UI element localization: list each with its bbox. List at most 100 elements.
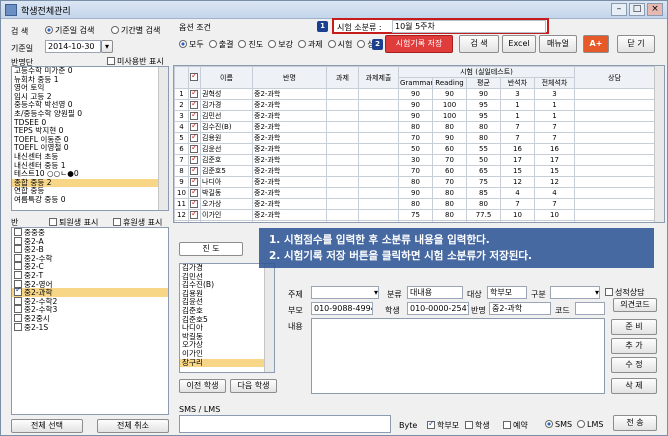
maximize-icon[interactable]: □ [629, 3, 645, 16]
option-radio[interactable]: 출결 [208, 40, 233, 49]
cell-empty[interactable] [358, 132, 399, 144]
cell-cr[interactable]: 7 [500, 132, 535, 144]
cell-cr[interactable]: 4 [500, 187, 535, 199]
cell-avg[interactable]: 55 [466, 143, 501, 155]
cell-empty[interactable] [326, 176, 359, 188]
cell-tr[interactable]: 7 [534, 121, 575, 133]
cell-r[interactable]: 80 [432, 121, 467, 133]
cell-empty[interactable] [326, 132, 359, 144]
cell-g[interactable]: 50 [398, 143, 433, 155]
group-item-checkbox[interactable] [14, 305, 22, 314]
cell-empty[interactable] [326, 99, 359, 111]
class-list-item[interactable]: 여름특강 중등 0 [12, 195, 168, 205]
col-class[interactable]: 반명 [252, 66, 327, 89]
col-check[interactable]: 체 [188, 66, 201, 89]
table-row[interactable]: 2김가경중2-과학901009511 [174, 99, 655, 111]
radio-period-search[interactable]: 기간별 검색 [111, 25, 160, 36]
table-row[interactable]: 3김민선중2-과학901009511 [174, 110, 655, 122]
parent-phone-input[interactable]: 010-9088-4994 [311, 302, 373, 315]
prepare-button[interactable]: 준 비 [611, 319, 657, 335]
cell-empty[interactable] [358, 99, 399, 111]
cell-empty[interactable] [574, 198, 655, 210]
cell-cr[interactable]: 16 [500, 143, 535, 155]
group-list-item[interactable]: 중2-수학3 [12, 305, 168, 314]
search-button[interactable]: 검 색 [459, 35, 499, 53]
col-homework-submit[interactable]: 과제제출 [358, 66, 399, 89]
cell-tr[interactable]: 1 [534, 110, 575, 122]
group-item-checkbox[interactable] [14, 236, 22, 245]
cell-empty[interactable] [574, 220, 655, 222]
send-button[interactable]: 전 송 [613, 415, 657, 431]
cell-empty[interactable] [574, 154, 655, 166]
cell-cr[interactable]: 13 [500, 220, 535, 222]
cell-r[interactable]: 100 [432, 110, 467, 122]
cell-g[interactable]: 70 [398, 165, 433, 177]
detail-student-scrollbar[interactable] [264, 264, 274, 372]
col-name[interactable]: 이름 [200, 66, 253, 89]
option-radio[interactable]: 모두 [179, 40, 204, 49]
table-scrollbar[interactable] [654, 66, 664, 222]
cell-g[interactable]: 90 [398, 88, 433, 100]
row-checkbox[interactable] [188, 176, 201, 188]
deselect-all-button[interactable]: 전체 취소 [97, 419, 169, 433]
col-total-rank[interactable]: 전체석차 [534, 77, 575, 89]
row-checkbox[interactable] [188, 99, 201, 111]
option-radio[interactable]: 진도 [238, 40, 263, 49]
cell-empty[interactable] [574, 187, 655, 199]
table-row[interactable]: 10박길동중2-과학90808544 [174, 187, 655, 199]
cell-g[interactable]: 80 [398, 176, 433, 188]
row-checkbox[interactable] [188, 187, 201, 199]
class-list-scrollbar[interactable] [158, 67, 168, 210]
cell-empty[interactable] [574, 143, 655, 155]
cell-empty[interactable] [326, 165, 359, 177]
cell-g[interactable]: 90 [398, 99, 433, 111]
group-list-item[interactable]: 중2중시 [12, 313, 168, 323]
table-row[interactable]: 9나디아중2-과학8070751212 [174, 176, 655, 188]
cell-empty[interactable] [358, 187, 399, 199]
cell-r[interactable]: 90 [432, 88, 467, 100]
subject-select[interactable]: ▾ [311, 286, 379, 299]
cell-empty[interactable] [358, 165, 399, 177]
group-list-item[interactable]: 중2-C [12, 262, 168, 271]
group-list-item[interactable]: 중2-A [12, 236, 168, 245]
cell-empty[interactable] [326, 220, 359, 222]
cell-empty[interactable] [358, 198, 399, 210]
cell-tr[interactable]: 17 [534, 154, 575, 166]
cell-avg[interactable]: 95 [466, 110, 501, 122]
group-list-item[interactable]: 중중중 [12, 228, 168, 237]
grade-counsel-checkbox[interactable]: 성적상담 [605, 287, 644, 298]
group-item-checkbox[interactable] [14, 296, 22, 305]
cell-avg[interactable]: 85 [466, 187, 501, 199]
col-homework[interactable]: 과제 [326, 66, 359, 89]
cell-r[interactable]: 100 [432, 99, 467, 111]
font-size-button[interactable]: A+ [583, 35, 609, 53]
cell-cr[interactable]: 7 [500, 198, 535, 210]
cell-tr[interactable]: 12 [534, 176, 575, 188]
code-input[interactable] [575, 302, 605, 315]
cell-empty[interactable] [574, 132, 655, 144]
cell-avg[interactable]: 50 [466, 154, 501, 166]
group-list[interactable]: 중중중중2-A중2-B중2-수학중2-C중2-T중2-영어중2-과학중2-수학2… [11, 227, 169, 415]
cell-cr[interactable]: 17 [500, 154, 535, 166]
cell-empty[interactable] [574, 88, 655, 100]
cell-tr[interactable]: 13 [534, 220, 575, 222]
cell-tr[interactable]: 1 [534, 99, 575, 111]
group-item-checkbox[interactable] [14, 228, 22, 236]
chk-parent[interactable]: 학부모 [427, 419, 459, 431]
edit-button[interactable]: 수 정 [611, 357, 657, 373]
cell-r[interactable]: 80 [432, 209, 467, 221]
cell-tr[interactable]: 7 [534, 132, 575, 144]
cell-empty[interactable] [326, 187, 359, 199]
cell-empty[interactable] [358, 110, 399, 122]
group-item-checkbox[interactable] [14, 286, 22, 297]
content-textarea[interactable] [311, 318, 605, 394]
col-counsel[interactable]: 상담 [574, 66, 655, 89]
category-select[interactable]: 대내용 [407, 286, 463, 299]
cell-empty[interactable] [574, 99, 655, 111]
row-checkbox[interactable] [188, 121, 201, 133]
group-item-checkbox[interactable] [14, 270, 22, 279]
cell-r[interactable]: 80 [432, 187, 467, 199]
radio-sms[interactable]: SMS [545, 420, 572, 429]
chk-student[interactable]: 학생 [465, 420, 490, 431]
radio-lms[interactable]: LMS [577, 420, 603, 429]
